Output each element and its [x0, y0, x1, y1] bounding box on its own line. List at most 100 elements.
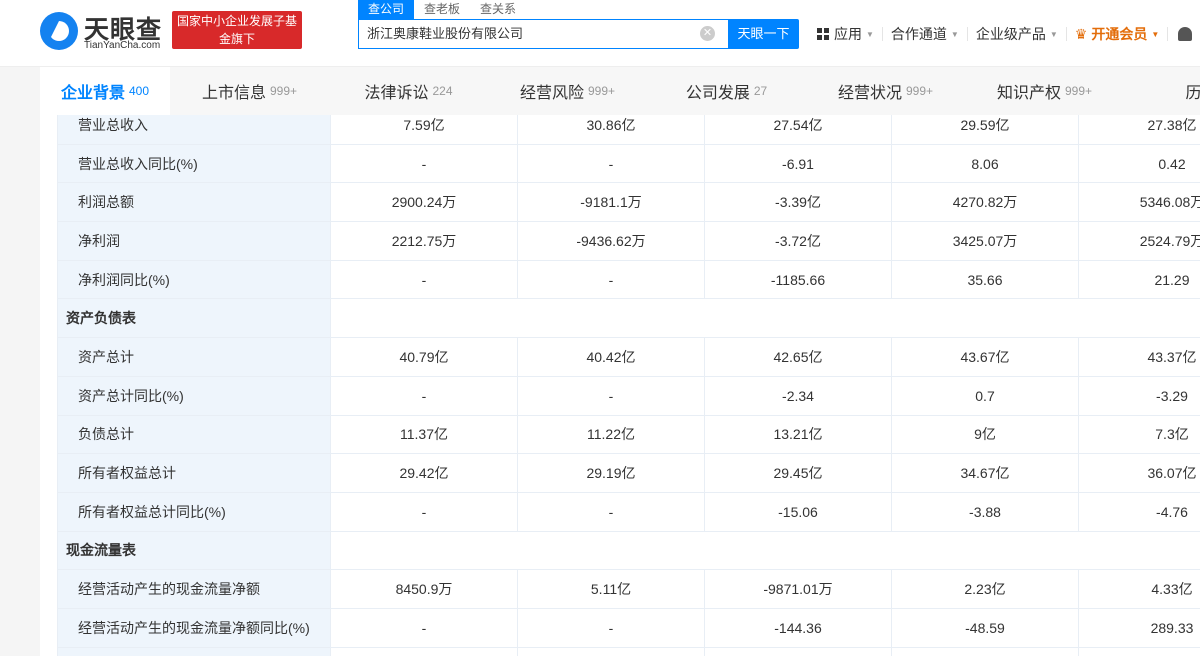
row-value: 2212.75万	[330, 221, 518, 261]
row-value: -	[517, 259, 705, 300]
row-value: 34.67亿	[891, 453, 1079, 493]
nav-vip[interactable]: ♛ 开通会员 ▼	[1067, 26, 1169, 42]
tab-count: 27	[753, 84, 768, 98]
caret-down-icon: ▼	[1049, 29, 1058, 39]
top-nav: 应用 ▼ 合作通道 ▼ 企业级产品 ▼ ♛ 开通会员 ▼	[817, 22, 1193, 46]
table-row: 资产负债表	[57, 298, 1200, 339]
row-value: 5346.08万	[1078, 182, 1200, 223]
caret-down-icon: ▼	[866, 29, 874, 39]
row-label: 资产总计同比(%)	[57, 375, 331, 416]
tab-count: 999+	[269, 84, 298, 98]
table-row: 营业总收入同比(%) - - -6.91 8.06 0.42	[57, 143, 1200, 184]
caret-down-icon: ▼	[950, 29, 959, 39]
tab-label: 法律诉讼	[364, 85, 429, 102]
row-value: 2900.24万	[330, 182, 518, 223]
row-value: 0.42	[1078, 143, 1200, 184]
tab-1[interactable]: 上市信息 999+	[170, 67, 329, 115]
table-row: 经营活动产生的现金流量净额同比(%) - - -144.36 -48.59 289.33	[57, 607, 1200, 648]
tab-search-relation[interactable]: 查关系	[470, 0, 526, 19]
row-label: 负债总计	[57, 414, 331, 455]
row-label: 所有者权益总计同比(%)	[57, 491, 331, 532]
row-label: 营业总收入同比(%)	[57, 143, 331, 184]
section-tabs: 企业背景 400 上市信息 999+ 法律诉讼 224 经营风险 999+ 公司发展 27 经营状况…	[40, 67, 1200, 115]
row-value: -	[517, 375, 705, 416]
row-value	[1078, 646, 1200, 656]
tab-search-company[interactable]: 查公司	[358, 0, 415, 19]
table-row	[57, 646, 1200, 656]
row-value: 36.07亿	[1078, 453, 1200, 493]
badge-line1: 国家中小企业发展子基金旗下	[176, 14, 297, 46]
nav-apps-label: 应用	[834, 26, 862, 42]
table-row: 经营活动产生的现金流量净额 8450.9万 5.11亿 -9871.01万 2.23亿 4…	[57, 569, 1200, 609]
tab-search-boss[interactable]: 查老板	[414, 0, 470, 19]
row-value	[704, 646, 892, 656]
row-value: -	[330, 143, 518, 184]
row-value: -	[330, 607, 518, 648]
official-badge: 国家中小企业发展子基金旗下 官方备案企业征信机构	[172, 11, 302, 82]
logo-domain: TianYanCha.com	[84, 40, 161, 51]
logo[interactable]: 天眼查 TianYanCha.com	[40, 10, 170, 52]
tab-count: 999+	[587, 84, 616, 98]
row-value: -	[517, 491, 705, 532]
tab-7[interactable]: 历史	[1124, 67, 1200, 115]
row-value	[517, 646, 705, 656]
bell-icon[interactable]	[1178, 27, 1193, 41]
row-value: 40.42亿	[517, 337, 705, 377]
row-label: 经营活动产生的现金流量净额同比(%)	[57, 607, 331, 648]
logo-icon	[40, 12, 78, 50]
section-heading: 现金流量表	[57, 530, 331, 571]
tab-label: 知识产权	[996, 85, 1061, 102]
row-value: 0.7	[891, 375, 1079, 416]
row-value: 7.3亿	[1078, 414, 1200, 455]
row-label: 经营活动产生的现金流量净额	[57, 569, 331, 609]
row-value: 21.29	[1078, 259, 1200, 300]
row-value: -144.36	[704, 607, 892, 648]
section-heading: 资产负债表	[57, 298, 331, 339]
row-value: -	[517, 143, 705, 184]
table-row: 资产总计 40.79亿 40.42亿 42.65亿 43.67亿 43.37亿	[57, 337, 1200, 377]
nav-enterprise-label: 企业级产品	[975, 26, 1046, 42]
nav-enterprise-products[interactable]: 企业级产品 ▼	[968, 26, 1067, 42]
tab-label: 企业背景	[60, 85, 125, 102]
row-value	[891, 646, 1079, 656]
row-label: 利润总额	[57, 182, 331, 223]
row-value: 42.65亿	[704, 337, 892, 377]
row-value: -	[330, 375, 518, 416]
table-row: 现金流量表	[57, 530, 1200, 571]
row-value: 43.37亿	[1078, 337, 1200, 377]
row-label: 净利润同比(%)	[57, 259, 331, 300]
row-value: 30.86亿	[517, 115, 705, 145]
table-row: 利润总额 2900.24万 -9181.1万 -3.39亿 4270.82万 5346.0…	[57, 182, 1200, 223]
row-value: 8.06	[891, 143, 1079, 184]
table-row: 营业总收入 7.59亿 30.86亿 27.54亿 29.59亿 27.38亿	[57, 115, 1200, 145]
nav-apps[interactable]: 应用 ▼	[817, 26, 883, 42]
search-input[interactable]: 浙江奥康鞋业股份有限公司	[358, 19, 728, 49]
row-value: 27.38亿	[1078, 115, 1200, 145]
tab-count: 224	[432, 84, 453, 98]
tab-3[interactable]: 经营风险 999+	[488, 67, 647, 115]
row-value: 29.59亿	[891, 115, 1079, 145]
row-value: 40.79亿	[330, 337, 518, 377]
row-value: -3.88	[891, 491, 1079, 532]
search-button[interactable]: 天眼一下	[728, 19, 799, 49]
row-value: 9亿	[891, 414, 1079, 455]
tab-4[interactable]: 公司发展 27	[647, 67, 806, 115]
apps-grid-icon	[817, 28, 829, 40]
row-value: 11.37亿	[330, 414, 518, 455]
tab-5[interactable]: 经营状况 999+	[806, 67, 965, 115]
tab-0[interactable]: 企业背景 400	[40, 67, 170, 115]
table-row: 所有者权益总计同比(%) - - -15.06 -3.88 -4.76	[57, 491, 1200, 532]
nav-cooperation[interactable]: 合作通道 ▼	[883, 26, 968, 42]
financial-table-card: 营业总收入 7.59亿 30.86亿 27.54亿 29.59亿 27.38亿 营业总收入同…	[40, 115, 1200, 656]
row-value: 2.23亿	[891, 569, 1079, 609]
row-value: 35.66	[891, 259, 1079, 300]
row-value: 29.19亿	[517, 453, 705, 493]
row-label	[57, 646, 331, 656]
caret-down-icon: ▼	[1151, 29, 1160, 39]
tab-6[interactable]: 知识产权 999+	[965, 67, 1124, 115]
tab-2[interactable]: 法律诉讼 224	[329, 67, 488, 115]
clear-icon[interactable]: ✕	[700, 26, 715, 41]
row-value: 5.11亿	[517, 569, 705, 609]
row-value: 3425.07万	[891, 221, 1079, 261]
table-row: 净利润 2212.75万 -9436.62万 -3.72亿 3425.07万 2524.7…	[57, 221, 1200, 261]
